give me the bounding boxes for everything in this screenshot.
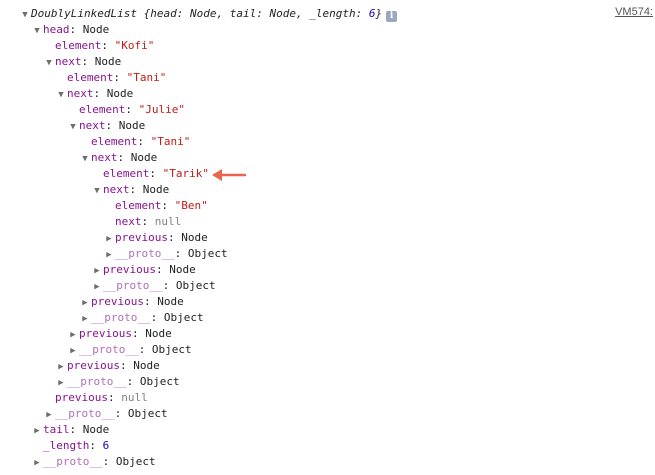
expand-toggle-icon[interactable]: ▼ bbox=[79, 151, 91, 167]
tree-row-proto[interactable]: ▶ __proto__: Object bbox=[91, 278, 215, 295]
element-value: "Tarik" bbox=[162, 167, 209, 180]
expand-toggle-icon[interactable]: ▶ bbox=[91, 279, 103, 295]
expand-toggle-icon[interactable]: ▼ bbox=[31, 23, 43, 39]
expand-toggle-icon[interactable]: ▼ bbox=[19, 7, 31, 23]
tree-row-previous[interactable]: ▶ previous: Node bbox=[55, 358, 159, 375]
expand-toggle-icon[interactable]: ▶ bbox=[67, 343, 79, 359]
tree-row-length: _length: 6 bbox=[43, 439, 110, 452]
expand-toggle-icon[interactable]: ▶ bbox=[79, 295, 91, 311]
tree-row-proto[interactable]: ▶ __proto__: Object bbox=[55, 374, 179, 391]
tree-row-element: element: "Tani" bbox=[91, 135, 191, 148]
tree-row-head[interactable]: ▼ head: Node bbox=[31, 22, 109, 38]
tree-row-element: element: "Kofi" bbox=[55, 39, 155, 52]
tree-row-previous[interactable]: ▶ previous: Node bbox=[67, 326, 171, 343]
element-value: "Tani" bbox=[126, 71, 167, 84]
tree-row-proto[interactable]: ▶ __proto__: Object bbox=[31, 454, 155, 471]
element-value: "Tani" bbox=[150, 135, 191, 148]
expand-toggle-icon[interactable]: ▼ bbox=[43, 55, 55, 71]
object-summary-row[interactable]: ▼ DoublyLinkedList {head: Node, tail: Nod… bbox=[19, 6, 398, 23]
element-value: "Julie" bbox=[138, 103, 185, 116]
expand-toggle-icon[interactable]: ▶ bbox=[103, 231, 115, 247]
expand-toggle-icon[interactable]: ▶ bbox=[103, 247, 115, 263]
expand-toggle-icon[interactable]: ▶ bbox=[55, 359, 67, 375]
annotation-arrow-icon bbox=[212, 169, 247, 181]
source-link[interactable]: VM574: bbox=[615, 6, 653, 18]
tree-row-element-highlighted: element: "Tarik" bbox=[103, 167, 209, 180]
tree-row-previous[interactable]: ▶ previous: Node bbox=[91, 262, 195, 279]
tree-row-next[interactable]: ▼ next: Node bbox=[91, 182, 169, 198]
tree-row-previous[interactable]: ▶ previous: Node bbox=[79, 294, 183, 311]
tree-row-next[interactable]: ▼ next: Node bbox=[43, 54, 121, 70]
tree-row-proto[interactable]: ▶ __proto__: Object bbox=[103, 246, 227, 263]
tree-row-previous-null: previous: null bbox=[55, 391, 148, 404]
expand-toggle-icon[interactable]: ▼ bbox=[91, 183, 103, 199]
expand-toggle-icon[interactable]: ▶ bbox=[31, 455, 43, 471]
tree-row-element: element: "Tani" bbox=[67, 71, 167, 84]
expand-toggle-icon[interactable]: ▼ bbox=[67, 119, 79, 135]
element-value: "Kofi" bbox=[114, 39, 155, 52]
class-name: DoublyLinkedList bbox=[31, 7, 137, 20]
tree-row-element: element: "Ben" bbox=[115, 199, 208, 212]
expand-toggle-icon[interactable]: ▶ bbox=[31, 423, 43, 439]
tree-row-proto[interactable]: ▶ __proto__: Object bbox=[67, 342, 191, 359]
tree-row-element: element: "Julie" bbox=[79, 103, 185, 116]
tree-row-next[interactable]: ▼ next: Node bbox=[67, 118, 145, 134]
expand-toggle-icon[interactable]: ▶ bbox=[79, 311, 91, 327]
tree-row-next-null: next: null bbox=[115, 215, 182, 228]
expand-toggle-icon[interactable]: ▼ bbox=[55, 87, 67, 103]
element-value: "Ben" bbox=[174, 199, 208, 212]
tree-row-previous[interactable]: ▶ previous: Node bbox=[103, 230, 207, 247]
tree-row-next[interactable]: ▼ next: Node bbox=[55, 86, 133, 102]
expand-toggle-icon[interactable]: ▶ bbox=[91, 263, 103, 279]
tree-row-next[interactable]: ▼ next: Node bbox=[79, 150, 157, 166]
expand-toggle-icon[interactable]: ▶ bbox=[43, 407, 55, 423]
expand-toggle-icon[interactable]: ▶ bbox=[55, 375, 67, 391]
expand-toggle-icon[interactable]: ▶ bbox=[67, 327, 79, 343]
tree-row-proto[interactable]: ▶ __proto__: Object bbox=[43, 406, 167, 423]
info-icon[interactable]: i bbox=[386, 11, 398, 22]
tree-row-proto[interactable]: ▶ __proto__: Object bbox=[79, 310, 203, 327]
tree-row-tail[interactable]: ▶ tail: Node bbox=[31, 422, 109, 438]
